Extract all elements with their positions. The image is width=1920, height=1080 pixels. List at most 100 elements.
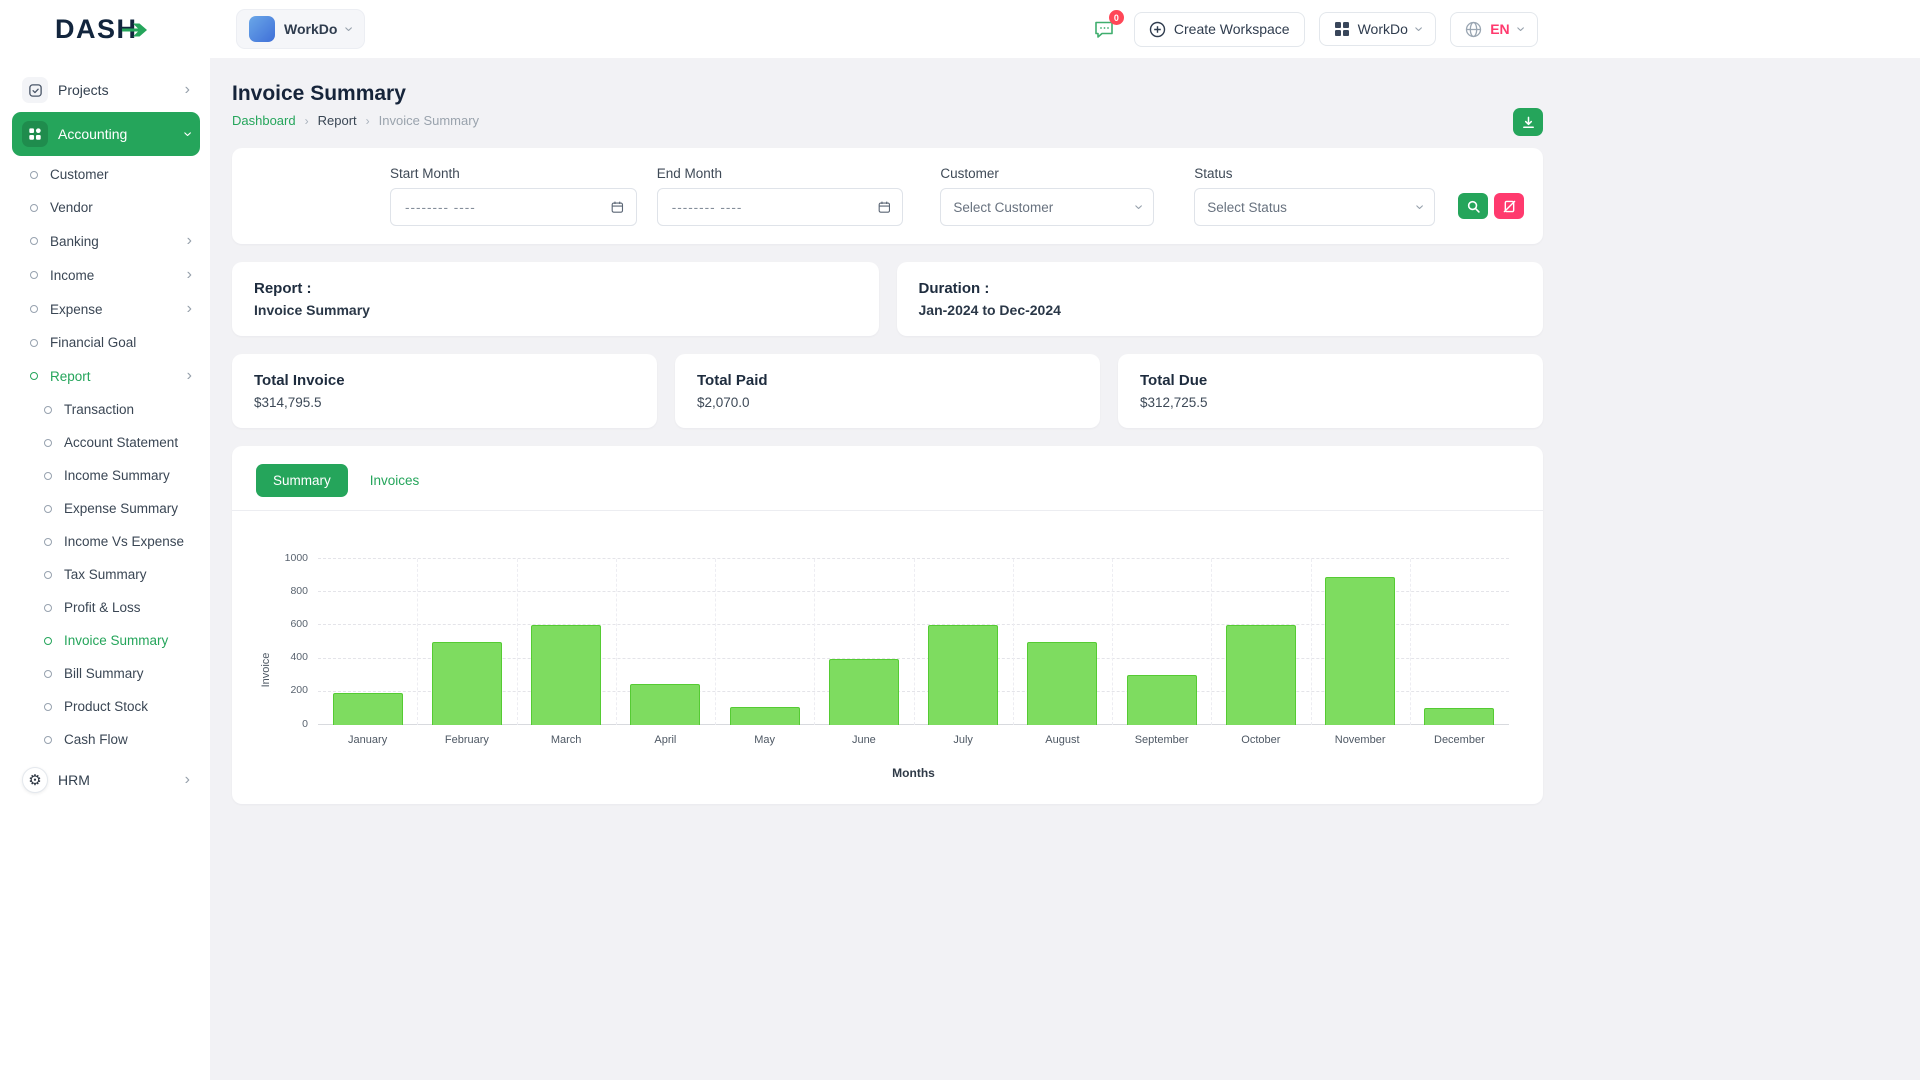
apply-filter-button[interactable] [1458,193,1488,219]
vertical-gridline [1311,559,1312,725]
sidebar-item-invoice-summary[interactable]: Invoice Summary [36,624,200,657]
chevron-right-icon: › [187,301,192,317]
total-paid-card: Total Paid $2,070.0 [675,354,1100,428]
total-invoice-card: Total Invoice $314,795.5 [232,354,657,428]
breadcrumb-report[interactable]: Report [318,113,357,128]
customer-select[interactable]: Select Customer › [940,188,1154,226]
sidebar-item-label: Financial Goal [50,335,192,350]
bar-march [531,625,601,725]
bullet-icon [44,637,52,645]
breadcrumb-current: Invoice Summary [379,113,479,128]
sidebar-item-accounting[interactable]: Accounting › [12,112,200,156]
start-month-input[interactable] [390,188,637,226]
total-paid-label: Total Paid [697,372,1078,389]
sidebar-item-customer[interactable]: Customer [22,158,200,191]
customer-label: Customer [940,166,1154,181]
sidebar-item-expense-summary[interactable]: Expense Summary [36,492,200,525]
x-tick-label: April [654,734,676,746]
sidebar-item-profit-loss[interactable]: Profit & Loss [36,591,200,624]
chevron-down-icon: › [1131,204,1147,209]
report-value: Invoice Summary [254,302,857,318]
sidebar-item-expense[interactable]: Expense › [22,292,200,326]
bullet-icon [44,571,52,579]
bullet-icon [30,204,38,212]
app-header: DASH WorkDo › 0 Create Workspace WorkDo … [0,0,1920,58]
sidebar-item-product-stock[interactable]: Product Stock [36,690,200,723]
sidebar-item-bill-summary[interactable]: Bill Summary [36,657,200,690]
sidebar-item-label: Banking [50,234,175,249]
start-month-text[interactable] [403,199,603,216]
projects-icon [22,77,48,103]
chart-tabs: Summary Invoices [256,464,1519,497]
x-tick-label: August [1045,734,1079,746]
sidebar-item-label: Expense [50,302,175,317]
breadcrumb-dashboard[interactable]: Dashboard [232,113,296,128]
globe-icon [1465,21,1482,38]
status-select-value: Select Status [1207,200,1287,215]
bullet-icon [44,538,52,546]
page-header: Invoice Summary Dashboard › Report › Inv… [232,82,1543,128]
breadcrumb-separator: › [305,114,309,128]
sidebar-item-account-statement[interactable]: Account Statement [36,426,200,459]
bar-february [432,642,502,725]
bullet-icon [44,505,52,513]
create-workspace-button[interactable]: Create Workspace [1134,12,1305,47]
tab-invoices[interactable]: Invoices [356,464,434,497]
sidebar-item-label: Expense Summary [64,501,192,516]
bullet-icon [30,271,38,279]
app-logo[interactable]: DASH [55,14,150,45]
accounting-submenu: Customer Vendor Banking › Income › Expen… [22,158,200,756]
sidebar-item-income-summary[interactable]: Income Summary [36,459,200,492]
bullet-icon [44,472,52,480]
x-axis-labels: JanuaryFebruaryMarchAprilMayJuneJulyAugu… [318,734,1509,750]
sidebar-item-income-vs-expense[interactable]: Income Vs Expense [36,525,200,558]
reset-filter-button[interactable] [1494,193,1524,219]
vertical-gridline [517,559,518,725]
workdo-menu-button[interactable]: WorkDo › [1319,12,1437,46]
status-select[interactable]: Select Status › [1194,188,1435,226]
sidebar-item-label: Income [50,268,175,283]
language-selector[interactable]: EN › [1450,12,1538,47]
bar-september [1127,675,1197,725]
bar-january [333,693,403,725]
filter-actions [1458,193,1524,219]
sidebar-item-financial-goal[interactable]: Financial Goal [22,326,200,359]
sidebar-item-projects[interactable]: Projects › [12,68,200,112]
sidebar: Projects › Accounting › Customer Vendor … [0,58,210,1080]
sidebar-item-tax-summary[interactable]: Tax Summary [36,558,200,591]
chevron-down-icon: › [341,26,357,31]
sidebar-item-transaction[interactable]: Transaction [36,393,200,426]
bullet-icon [44,406,52,414]
end-month-text[interactable] [670,199,870,216]
download-button[interactable] [1513,108,1543,136]
customer-select-value: Select Customer [953,200,1053,215]
tab-summary[interactable]: Summary [256,464,348,497]
duration-label: Duration : [919,280,1522,297]
bullet-icon [44,670,52,678]
vertical-gridline [1013,559,1014,725]
gear-icon[interactable]: ⚙ [22,767,48,793]
sidebar-item-income[interactable]: Income › [22,258,200,292]
start-month-label: Start Month [390,166,637,181]
main-content: Invoice Summary Dashboard › Report › Inv… [210,58,1543,804]
sidebar-item-cash-flow[interactable]: Cash Flow [36,723,200,756]
sidebar-item-banking[interactable]: Banking › [22,224,200,258]
chevron-down-icon: › [1411,204,1427,209]
sidebar-item-label: Customer [50,167,192,182]
sidebar-item-label: Report [50,369,175,384]
sidebar-item-vendor[interactable]: Vendor [22,191,200,224]
bullet-icon [30,372,38,380]
filter-card: Start Month End Month Customer Select Cu… [232,148,1543,244]
logo-area: DASH [0,14,210,45]
end-month-field: End Month [657,166,904,226]
messages-button[interactable]: 0 [1088,13,1120,45]
grid-icon [1334,21,1350,37]
sidebar-item-report[interactable]: Report › [22,359,200,393]
bar-july [928,625,998,725]
total-due-value: $312,725.5 [1140,395,1521,410]
sidebar-item-hrm[interactable]: ⚙ HRM › [12,758,200,802]
workspace-selector[interactable]: WorkDo › [236,9,365,49]
end-month-input[interactable] [657,188,904,226]
sidebar-item-label: Transaction [64,402,192,417]
plus-circle-icon [1149,21,1166,38]
